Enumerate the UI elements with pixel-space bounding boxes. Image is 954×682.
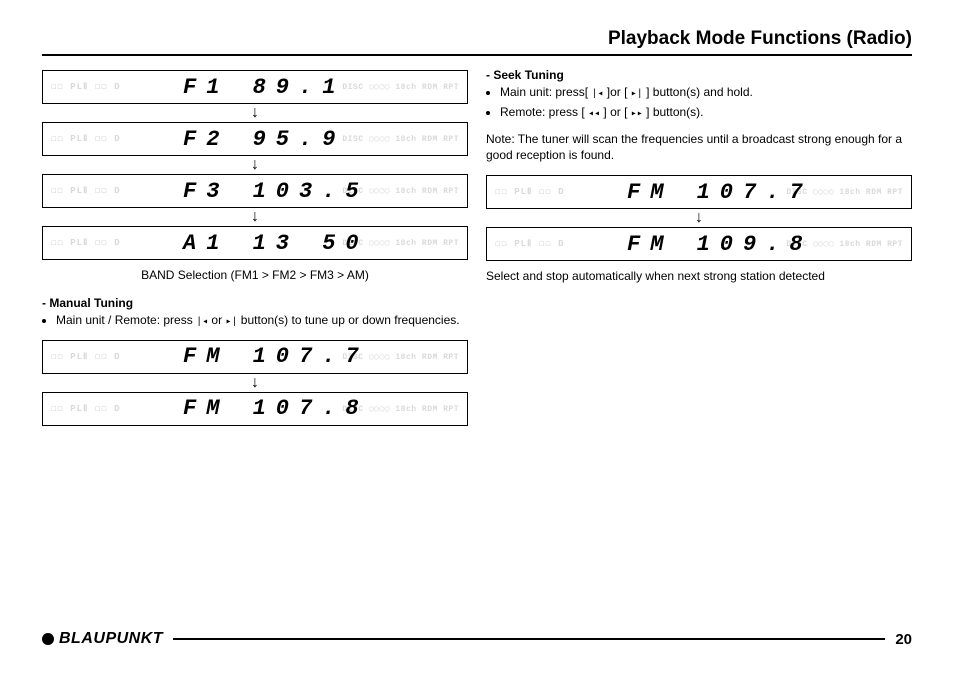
seek-note: Note: The tuner will scan the frequencie… <box>486 131 912 163</box>
manual-tuning-bullet: Main unit / Remote: press |◂ or ▸| butto… <box>56 312 468 330</box>
seek-bullet-remote: Remote: press [ ◂◂ ] or [ ▸▸ ] button(s)… <box>500 104 912 122</box>
page-title: Playback Mode Functions (Radio) <box>42 28 912 56</box>
manual-tuning-bullets: Main unit / Remote: press |◂ or ▸| butto… <box>42 312 468 330</box>
page-number: 20 <box>895 631 912 648</box>
lcd-band-a1: ◻◻ PLⅡ ◻◻ DDISC ◯◯◯◯ 18ch RDM RPT A1 13 … <box>42 226 468 260</box>
seek-tuning-bullets: Main unit: press[ |◂ ]or [ ▸| ] button(s… <box>486 84 912 121</box>
lcd-manual-1: ◻◻ PLⅡ ◻◻ DDISC ◯◯◯◯ 18ch RDM RPT FM 107… <box>42 340 468 374</box>
lcd-band-f1: ◻◻ PLⅡ ◻◻ DDISC ◯◯◯◯ 18ch RDM RPT F1 89.… <box>42 70 468 104</box>
brand-dot-icon <box>42 633 54 645</box>
arrow-down-icon: ↓ <box>42 376 468 390</box>
lcd-band-f3: ◻◻ PLⅡ ◻◻ DDISC ◯◯◯◯ 18ch RDM RPT F3 103… <box>42 174 468 208</box>
content-columns: ◻◻ PLⅡ ◻◻ DDISC ◯◯◯◯ 18ch RDM RPT F1 89.… <box>42 68 912 426</box>
footer-rule <box>173 638 885 640</box>
rewind-icon: ◂◂ <box>588 108 600 122</box>
right-column: - Seek Tuning Main unit: press[ |◂ ]or [… <box>486 68 912 426</box>
lcd-seek-2: ◻◻ PLⅡ ◻◻ DDISC ◯◯◯◯ 18ch RDM RPT FM 109… <box>486 227 912 261</box>
lcd-band-f2: ◻◻ PLⅡ ◻◻ DDISC ◯◯◯◯ 18ch RDM RPT F2 95.… <box>42 122 468 156</box>
seek-tuning-heading: - Seek Tuning <box>486 68 912 82</box>
fast-forward-icon: ▸▸ <box>631 108 643 122</box>
next-track-icon: ▸| <box>225 316 237 330</box>
seek-bullet-main: Main unit: press[ |◂ ]or [ ▸| ] button(s… <box>500 84 912 102</box>
band-caption: BAND Selection (FM1 > FM2 > FM3 > AM) <box>42 268 468 282</box>
left-column: ◻◻ PLⅡ ◻◻ DDISC ◯◯◯◯ 18ch RDM RPT F1 89.… <box>42 68 468 426</box>
lcd-manual-2: ◻◻ PLⅡ ◻◻ DDISC ◯◯◯◯ 18ch RDM RPT FM 107… <box>42 392 468 426</box>
brand-logo: BLAUPUNKT <box>42 630 163 648</box>
arrow-down-icon: ↓ <box>42 210 468 224</box>
arrow-down-icon: ↓ <box>42 158 468 172</box>
seek-caption: Select and stop automatically when next … <box>486 269 912 283</box>
arrow-down-icon: ↓ <box>486 211 912 225</box>
next-track-icon: ▸| <box>631 88 643 102</box>
lcd-seek-1: ◻◻ PLⅡ ◻◻ DDISC ◯◯◯◯ 18ch RDM RPT FM 107… <box>486 175 912 209</box>
brand-text: BLAUPUNKT <box>59 630 163 648</box>
prev-track-icon: |◂ <box>196 316 208 330</box>
manual-tuning-heading: - Manual Tuning <box>42 296 468 310</box>
page-footer: BLAUPUNKT 20 <box>42 630 912 648</box>
arrow-down-icon: ↓ <box>42 106 468 120</box>
prev-track-icon: |◂ <box>591 88 603 102</box>
